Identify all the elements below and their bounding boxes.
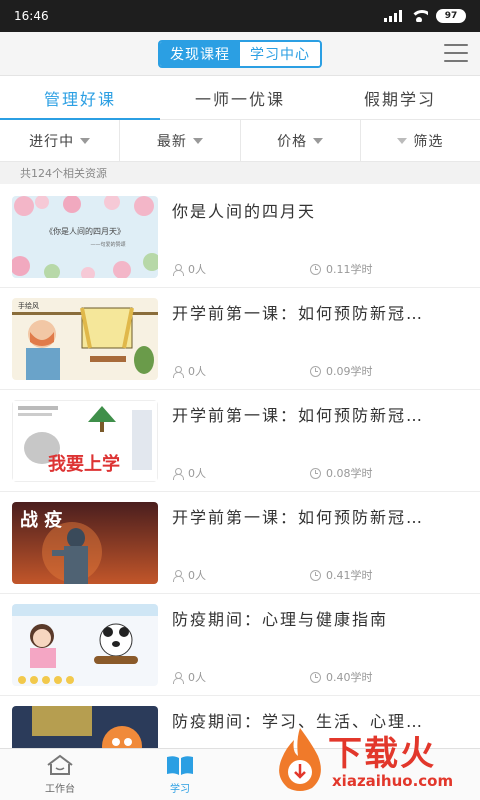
filter-status[interactable]: 进行中 xyxy=(0,120,121,161)
course-meta: 0人 0.40学时 xyxy=(172,669,468,685)
course-title: 防疫期间：心理与健康指南 xyxy=(172,610,389,629)
course-thumbnail: 战 疫 xyxy=(12,502,158,584)
thumbnail-mental-health-image xyxy=(12,604,158,686)
study-hours: 0.41学时 xyxy=(326,569,373,582)
user-icon xyxy=(172,365,184,378)
course-item[interactable]: 我要上学 开学前第一课：如何预防新冠… 0人 0.08学时 xyxy=(0,390,480,492)
filter-newest[interactable]: 最新 xyxy=(120,120,241,161)
category-tabs: 管理好课 一师一优课 假期学习 xyxy=(0,76,480,120)
segment-discover-courses[interactable]: 发现课程 xyxy=(160,41,240,66)
nav-workbench-label: 工作台 xyxy=(45,784,75,795)
nav-study[interactable]: 学习 xyxy=(120,749,240,800)
course-meta: 0人 0.11学时 xyxy=(172,261,468,277)
filter-price[interactable]: 价格 xyxy=(241,120,361,161)
clock-icon xyxy=(310,671,321,683)
filter-bar: 进行中 最新 价格 筛选 xyxy=(0,120,480,162)
header-bar: 发现课程 学习中心 xyxy=(0,32,480,76)
thumbnail-fight-epidemic-image: 战 疫 xyxy=(12,502,158,584)
user-icon xyxy=(172,467,184,480)
chevron-down-icon xyxy=(313,137,324,144)
clock-icon xyxy=(310,569,321,581)
status-bar: 16:46 97 xyxy=(0,0,480,32)
course-title: 开学前第一课：如何预防新冠… xyxy=(172,304,425,323)
nav-workbench[interactable]: 工作台 xyxy=(0,749,120,800)
course-thumbnail xyxy=(12,706,158,748)
segmented-control: 发现课程 学习中心 xyxy=(158,39,322,68)
course-item[interactable]: 《你是人间的四月天》 ——句爱的赞颂 你是人间的四月天 0人 0.11学时 xyxy=(0,186,480,288)
watermark-logo: 下载火 xiazaihuo.com xyxy=(272,726,472,796)
course-meta: 0人 0.09学时 xyxy=(172,363,468,379)
svg-text:手绘风: 手绘风 xyxy=(18,301,39,310)
result-count: 共124个相关资源 xyxy=(0,162,480,184)
filter-newest-label: 最新 xyxy=(156,133,187,150)
learner-count: 0人 xyxy=(188,671,206,684)
flame-icon xyxy=(279,728,321,791)
thumbnail-drawing-image: 手绘风 xyxy=(12,298,158,380)
tab-one-teacher-one-course[interactable]: 一师一优课 xyxy=(160,76,320,119)
study-hours: 0.11学时 xyxy=(326,263,373,276)
user-icon xyxy=(172,671,184,684)
status-icons: 97 xyxy=(384,9,466,23)
learner-count: 0人 xyxy=(188,263,206,276)
tab-holiday-learning[interactable]: 假期学习 xyxy=(320,76,480,119)
learner-count: 0人 xyxy=(188,467,206,480)
clock-icon xyxy=(310,467,321,479)
user-icon xyxy=(172,263,184,276)
tab-quality-courses[interactable]: 管理好课 xyxy=(0,76,160,120)
svg-text:战 疫: 战 疫 xyxy=(20,509,62,531)
course-title: 开学前第一课：如何预防新冠… xyxy=(172,508,425,527)
course-thumbnail: 手绘风 xyxy=(12,298,158,380)
course-meta: 0人 0.08学时 xyxy=(172,465,468,481)
svg-text:《你是人间的四月天》: 《你是人间的四月天》 xyxy=(45,226,125,236)
svg-text:我要上学: 我要上学 xyxy=(48,453,120,475)
clock-icon xyxy=(310,263,321,275)
course-title: 开学前第一课：如何预防新冠… xyxy=(172,406,425,425)
filter-screen-label: 筛选 xyxy=(413,133,444,150)
thumbnail-poem-image: 《你是人间的四月天》 ——句爱的赞颂 xyxy=(12,196,158,278)
watermark-url: xiazaihuo.com xyxy=(332,772,454,790)
battery-icon: 97 xyxy=(436,9,466,23)
status-time: 16:46 xyxy=(14,9,49,23)
study-hours: 0.08学时 xyxy=(326,467,373,480)
watermark-brand: 下载火 xyxy=(328,734,436,774)
thumbnail-study-life-image xyxy=(12,706,158,748)
nav-study-label: 学习 xyxy=(170,784,190,795)
wifi-icon xyxy=(410,10,428,22)
signal-icon xyxy=(384,10,402,22)
book-icon xyxy=(167,756,193,775)
menu-icon[interactable] xyxy=(444,44,468,62)
thumbnail-back-to-school-image: 我要上学 xyxy=(12,400,158,482)
study-hours: 0.40学时 xyxy=(326,671,373,684)
course-list: 《你是人间的四月天》 ——句爱的赞颂 你是人间的四月天 0人 0.11学时 手绘… xyxy=(0,186,480,748)
chevron-down-icon xyxy=(80,137,91,144)
filter-price-label: 价格 xyxy=(277,133,308,150)
course-item[interactable]: 防疫期间：心理与健康指南 0人 0.40学时 xyxy=(0,594,480,696)
chevron-down-icon xyxy=(192,137,203,144)
learner-count: 0人 xyxy=(188,569,206,582)
battery-level: 97 xyxy=(444,11,458,21)
learner-count: 0人 xyxy=(188,365,206,378)
course-title: 你是人间的四月天 xyxy=(172,202,317,221)
user-icon xyxy=(172,569,184,582)
course-thumbnail xyxy=(12,604,158,686)
course-thumbnail: 《你是人间的四月天》 ——句爱的赞颂 xyxy=(12,196,158,278)
clock-icon xyxy=(310,365,321,377)
home-icon xyxy=(47,754,73,775)
study-hours: 0.09学时 xyxy=(326,365,373,378)
funnel-icon xyxy=(397,137,408,144)
course-item[interactable]: 战 疫 开学前第一课：如何预防新冠… 0人 0.41学时 xyxy=(0,492,480,594)
course-item[interactable]: 手绘风 开学前第一课：如何预防新冠… 0人 0.09学时 xyxy=(0,288,480,390)
filter-screen[interactable]: 筛选 xyxy=(361,120,480,161)
course-thumbnail: 我要上学 xyxy=(12,400,158,482)
segment-learning-center[interactable]: 学习中心 xyxy=(240,41,320,66)
filter-status-label: 进行中 xyxy=(29,133,75,150)
svg-text:——句爱的赞颂: ——句爱的赞颂 xyxy=(90,241,125,248)
course-meta: 0人 0.41学时 xyxy=(172,567,468,583)
